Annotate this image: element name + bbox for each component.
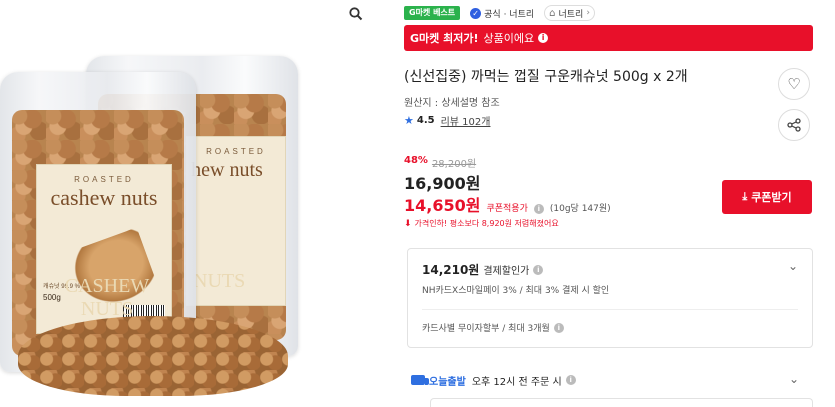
lowest-price-text: 상품이에요 — [483, 32, 535, 45]
delivery-text: 오후 12시 전 주문 시 — [471, 376, 562, 388]
price-drop-text: 가격인하! 평소보다 8,920원 저렴해졌어요 — [414, 219, 559, 228]
bag-label-outline: NUTS — [193, 270, 246, 292]
product-rating: ★ 4.5 리뷰 102개 — [404, 113, 490, 128]
star-icon: ★ — [404, 114, 414, 127]
badge-row: G마켓 베스트 ✓ 공식 · 너트리 ⌂ 너트리 › — [404, 4, 595, 22]
bag-label-title: cashew nuts — [50, 185, 158, 210]
divider — [422, 309, 798, 310]
chevron-down-icon[interactable]: ⌄ — [788, 259, 798, 273]
coupon-applied-label: 쿠폰적용가 — [486, 204, 528, 214]
verified-check-icon: ✓ — [470, 7, 482, 19]
delivery-label: 오늘출발 — [429, 376, 466, 388]
get-coupon-button[interactable]: ⤓ 쿠폰받기 — [722, 180, 812, 214]
product-gallery: ROASTED hew nuts NUTS ROASTED cashew nut… — [0, 0, 372, 407]
lowest-price-strong: G마켓 최저가! — [410, 32, 479, 45]
payment-discount-header: 14,210원 결제할인가 i — [422, 261, 544, 278]
info-icon[interactable]: i — [553, 322, 564, 333]
bag-label-outline: CASHEW NUTS — [64, 275, 150, 320]
coupon-price: 14,650원 — [404, 196, 481, 215]
wishlist-button[interactable]: ♡ — [778, 68, 810, 100]
payment-discount-price: 14,210원 — [422, 263, 480, 277]
card-discount-text: NH카드X스마일페이 3% / 최대 3% 결제 시 할인 — [422, 286, 610, 296]
lowest-price-banner[interactable]: G마켓 최저가! 상품이에요 i — [404, 25, 813, 51]
product-image[interactable]: ROASTED hew nuts NUTS ROASTED cashew nut… — [0, 48, 330, 398]
payment-discount-box[interactable]: 14,210원 결제할인가 i ⌄ NH카드X스마일페이 3% / 최대 3% … — [407, 248, 813, 348]
store-home-icon: ⌂ — [549, 7, 556, 19]
bag-label: ROASTED hew nuts NUTS — [186, 136, 286, 306]
installment-row: 카드사별 무이자할부 / 최대 3개월 i — [422, 321, 564, 334]
share-button[interactable] — [778, 109, 810, 141]
info-icon[interactable]: i — [538, 33, 549, 43]
shipping-detail-box — [430, 398, 813, 407]
store-button[interactable]: ⌂ 너트리 › — [544, 5, 595, 21]
payment-discount-label: 결제할인가 — [483, 266, 530, 277]
heart-icon: ♡ — [787, 75, 801, 93]
discount-row: 48% 28,200원 — [404, 155, 476, 170]
info-icon[interactable]: i — [533, 204, 544, 214]
download-icon: ⤓ — [742, 190, 748, 203]
official-store-label: 공식 · 너트리 — [484, 9, 535, 20]
review-count-link[interactable]: 리뷰 102개 — [441, 113, 491, 128]
rating-value: 4.5 — [416, 115, 435, 126]
sale-price: 16,900원 — [404, 174, 481, 193]
installment-text: 카드사별 무이자할부 / 최대 3개월 — [422, 324, 550, 334]
store-label: 너트리 — [558, 9, 584, 20]
product-origin: 원산지 : 상세설명 참조 — [404, 98, 500, 109]
official-store-link[interactable]: ✓ 공식 · 너트리 — [466, 7, 538, 20]
bag-label: ROASTED cashew nuts 캐슈넛 99.9 % 500g CASH… — [36, 164, 172, 334]
info-icon[interactable]: i — [565, 375, 576, 385]
original-price: 28,200원 — [431, 159, 477, 170]
share-icon — [787, 118, 801, 132]
unit-price: (10g당 147원) — [549, 204, 611, 214]
info-icon[interactable]: i — [533, 264, 544, 275]
arrow-down-icon: ⬇ — [404, 218, 412, 229]
bag-label-sub: ROASTED — [74, 175, 134, 184]
discount-rate: 48% — [404, 155, 428, 166]
magnifier-icon[interactable] — [348, 6, 364, 22]
cashew-pile — [18, 316, 288, 396]
get-coupon-label: 쿠폰받기 — [751, 191, 792, 204]
coupon-price-row: 14,650원 쿠폰적용가 i (10g당 147원) — [404, 192, 611, 216]
bag-label-sub: ROASTED — [206, 147, 266, 156]
price-drop-hint: ⬇ 가격인하! 평소보다 8,920원 저렴해졌어요 — [404, 218, 559, 229]
best-badge[interactable]: G마켓 베스트 — [404, 6, 461, 20]
chevron-down-icon[interactable]: ⌄ — [789, 372, 799, 386]
product-info: G마켓 베스트 ✓ 공식 · 너트리 ⌂ 너트리 › G마켓 최저가! 상품이에… — [404, 0, 824, 407]
chevron-right-icon: › — [586, 8, 590, 18]
product-title: (신선집중) 까먹는 껍질 구운캐슈넛 500g x 2개 — [404, 69, 688, 85]
truck-icon — [411, 375, 429, 385]
delivery-row[interactable]: 오늘출발 오후 12시 전 주문 시 i ⌄ — [407, 368, 813, 392]
